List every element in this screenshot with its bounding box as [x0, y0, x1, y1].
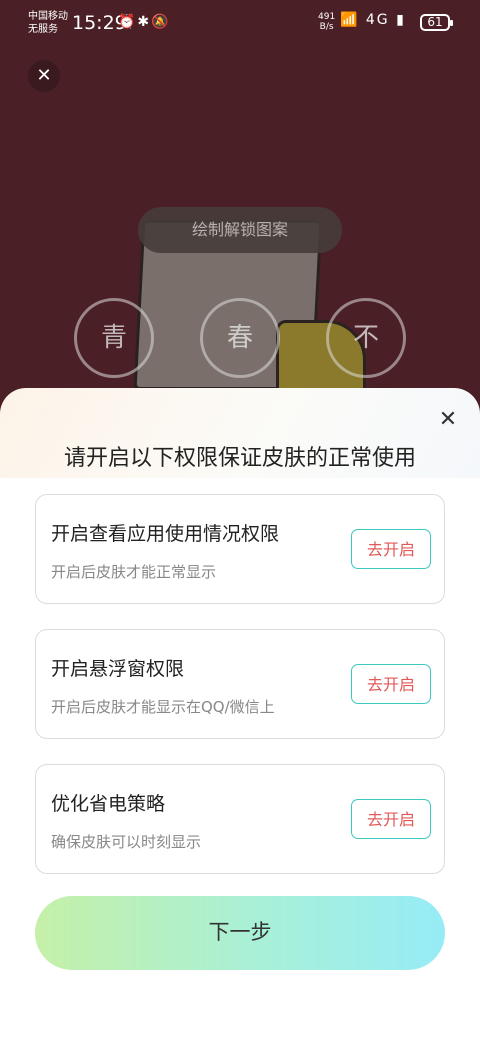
- permission-sheet: ✕ 请开启以下权限保证皮肤的正常使用 开启查看应用使用情况权限 开启后皮肤才能正…: [0, 388, 480, 1040]
- net-speed-value: 491: [318, 12, 336, 22]
- status-bar: 中国移动 无服务 15:29 ⏰✱🔕 491 B/s 📶 4G ▮ 61: [0, 0, 480, 44]
- pattern-hint-label: 绘制解锁图案: [138, 207, 342, 253]
- enable-overlay-button[interactable]: 去开启: [351, 664, 431, 704]
- permission-desc: 开启后皮肤才能显示在QQ/微信上: [51, 698, 275, 716]
- close-icon[interactable]: ✕: [28, 60, 60, 92]
- signal-icons: 📶 4G ▮: [340, 12, 406, 28]
- net-speed: 491 B/s: [318, 12, 335, 32]
- alarm-bluetooth-mute-icons: ⏰✱🔕: [118, 14, 171, 30]
- permission-title: 开启查看应用使用情况权限: [51, 523, 280, 545]
- net-speed-unit: B/s: [319, 22, 334, 32]
- pattern-dot[interactable]: 不: [326, 298, 406, 378]
- next-step-button[interactable]: 下一步: [35, 896, 445, 970]
- carrier-info: 中国移动 无服务: [28, 10, 68, 36]
- pattern-dot[interactable]: 青: [74, 298, 154, 378]
- carrier-status: 无服务: [28, 24, 58, 35]
- pattern-dot[interactable]: 春: [200, 298, 280, 378]
- permission-card-battery: 优化省电策略 确保皮肤可以时刻显示 去开启: [35, 764, 445, 874]
- permission-card-overlay: 开启悬浮窗权限 开启后皮肤才能显示在QQ/微信上 去开启: [35, 629, 445, 739]
- enable-battery-button[interactable]: 去开启: [351, 799, 431, 839]
- battery-icon: 61: [420, 14, 453, 31]
- enable-usage-button[interactable]: 去开启: [351, 529, 431, 569]
- close-icon[interactable]: ✕: [436, 408, 460, 432]
- permission-desc: 确保皮肤可以时刻显示: [51, 833, 202, 851]
- permission-title: 开启悬浮窗权限: [51, 658, 185, 680]
- carrier-name: 中国移动: [28, 11, 68, 22]
- sheet-title: 请开启以下权限保证皮肤的正常使用: [63, 446, 416, 471]
- permission-card-usage: 开启查看应用使用情况权限 开启后皮肤才能正常显示 去开启: [35, 494, 445, 604]
- permission-title: 优化省电策略: [51, 793, 166, 815]
- permission-desc: 开启后皮肤才能正常显示: [51, 563, 217, 581]
